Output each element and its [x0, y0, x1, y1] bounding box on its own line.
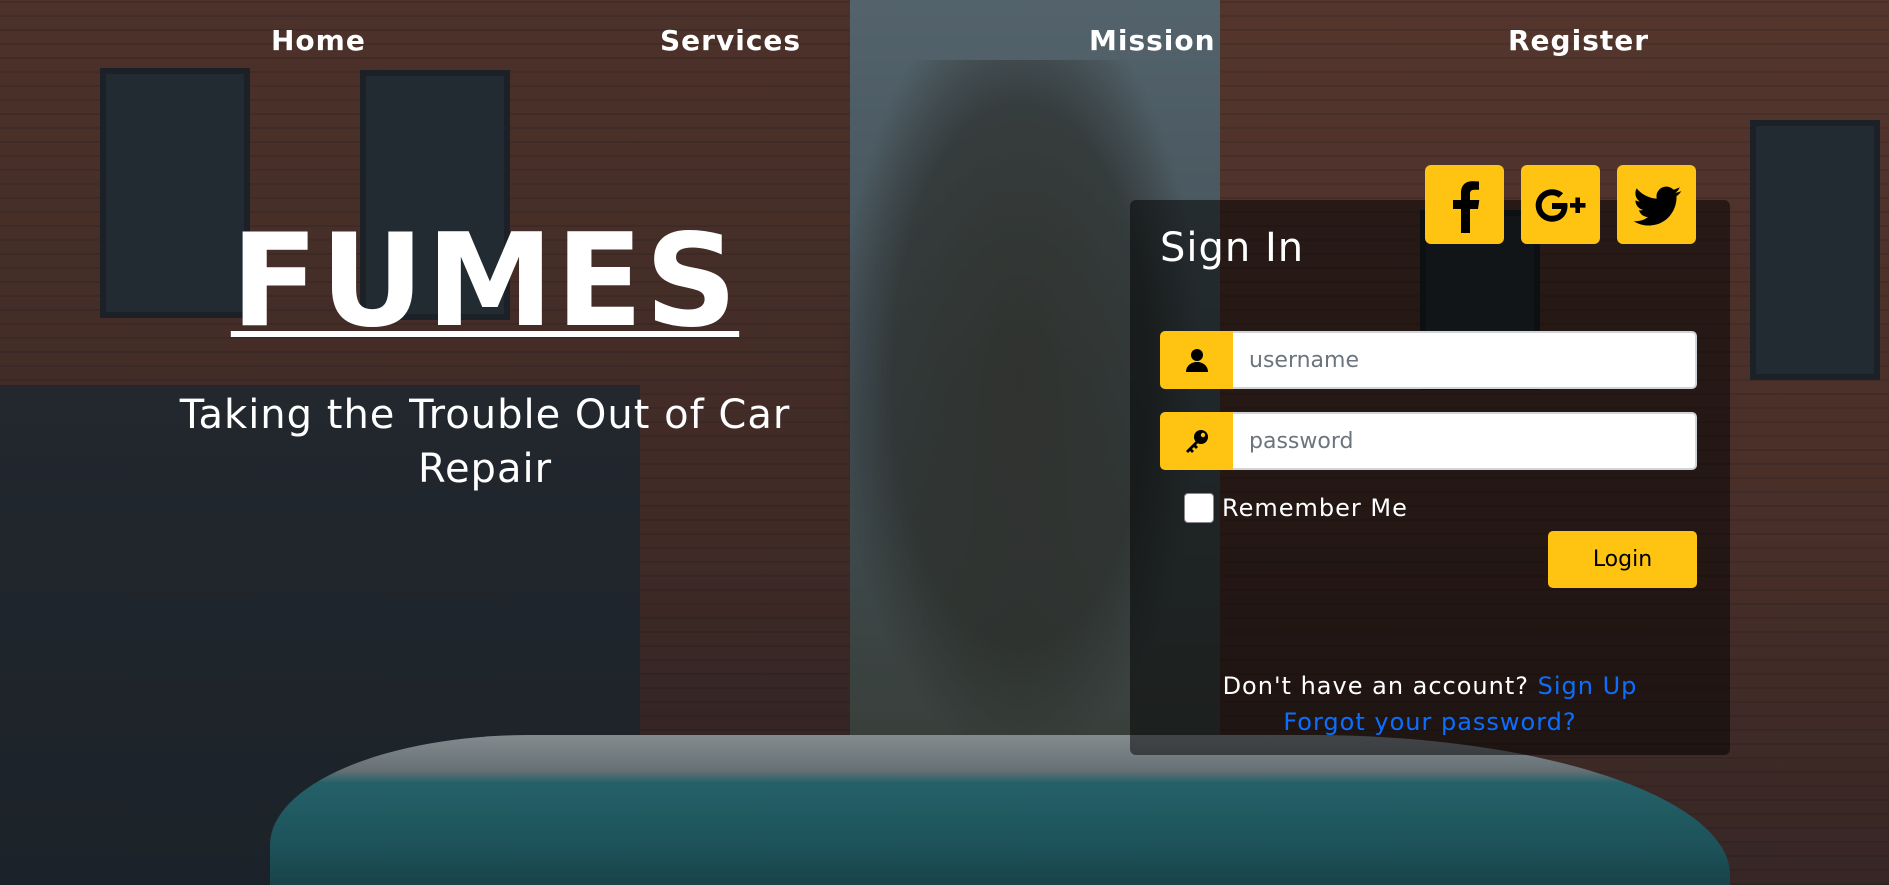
- signup-row: Don't have an account? Sign Up: [1130, 668, 1730, 704]
- user-icon: [1185, 349, 1208, 372]
- remember-me-checkbox[interactable]: [1184, 493, 1214, 523]
- login-button[interactable]: Login: [1548, 531, 1697, 588]
- password-prefix: [1160, 412, 1233, 470]
- username-input[interactable]: [1233, 331, 1697, 389]
- facebook-login-button[interactable]: [1425, 165, 1504, 244]
- password-input[interactable]: [1233, 412, 1697, 470]
- social-login-group: [1425, 165, 1696, 244]
- nav-home[interactable]: Home: [271, 24, 366, 57]
- signin-links: Don't have an account? Sign Up Forgot yo…: [1130, 668, 1730, 740]
- username-prefix: [1160, 331, 1233, 389]
- signin-title: Sign In: [1160, 225, 1305, 271]
- remember-me-label: Remember Me: [1222, 494, 1408, 522]
- google-plus-icon: [1535, 188, 1585, 222]
- no-account-text: Don't have an account?: [1222, 672, 1538, 700]
- twitter-icon: [1633, 186, 1681, 225]
- facebook-icon: [1452, 180, 1479, 233]
- username-field-group: [1160, 331, 1697, 389]
- signin-card: Sign In username Remember Me Login Don't…: [1130, 165, 1730, 755]
- nav-register[interactable]: Register: [1508, 24, 1649, 57]
- signup-link[interactable]: Sign Up: [1538, 672, 1638, 700]
- google-plus-login-button[interactable]: [1521, 165, 1600, 244]
- remember-me[interactable]: Remember Me: [1184, 493, 1408, 523]
- password-field-group: [1160, 412, 1697, 470]
- nav-services[interactable]: Services: [660, 24, 801, 57]
- forgot-password-link[interactable]: Forgot your password?: [1283, 708, 1576, 736]
- nav-mission[interactable]: Mission: [1089, 24, 1216, 57]
- twitter-login-button[interactable]: [1617, 165, 1696, 244]
- forgot-row: Forgot your password?: [1130, 704, 1730, 740]
- brand-title: FUMES: [230, 207, 740, 356]
- key-icon: [1185, 430, 1208, 453]
- brand-tagline: Taking the Trouble Out of Car Repair: [179, 392, 791, 492]
- top-nav: Home Services Mission Register: [0, 24, 1889, 64]
